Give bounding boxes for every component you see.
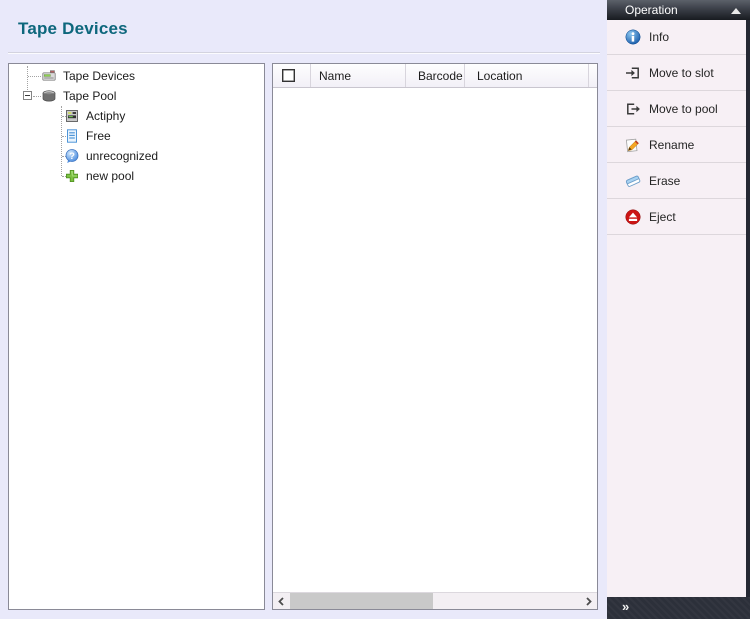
- select-all-checkbox[interactable]: [282, 69, 295, 82]
- rename-button[interactable]: Rename: [607, 127, 746, 163]
- question-icon: ?: [64, 148, 80, 164]
- move-to-pool-button[interactable]: Move to pool: [607, 91, 746, 127]
- operation-item-label: Move to slot: [649, 66, 714, 80]
- tape-cartridge-icon: [64, 108, 80, 124]
- expand-right-icon: »: [622, 599, 629, 614]
- svg-text:?: ?: [69, 151, 75, 162]
- info-button[interactable]: Info: [607, 19, 746, 55]
- tree-item-label: Free: [86, 129, 111, 143]
- panel-edge: [746, 19, 750, 619]
- info-icon: [625, 29, 641, 45]
- tape-tree-panel: Tape Devices Tape Pool Actiphy Free? unrecog…: [8, 63, 265, 610]
- operation-item-label: Eject: [649, 210, 676, 224]
- collapse-up-icon[interactable]: [731, 8, 741, 14]
- document-icon: [64, 128, 80, 144]
- media-table-panel: Name Barcode Location: [272, 63, 598, 610]
- page-title: Tape Devices: [18, 19, 128, 39]
- plus-icon: [64, 168, 80, 184]
- operation-panel-title: Operation: [625, 3, 678, 17]
- erase-icon: [625, 173, 641, 189]
- column-header-name[interactable]: Name: [311, 64, 406, 87]
- scroll-left-button[interactable]: [273, 593, 290, 609]
- tree-item-free[interactable]: Free: [9, 126, 262, 146]
- tree-item-label: new pool: [86, 169, 134, 183]
- column-header-location[interactable]: Location: [465, 64, 589, 87]
- operation-item-label: Move to pool: [649, 102, 718, 116]
- tree-item-actiphy[interactable]: Actiphy: [9, 106, 262, 126]
- eject-button[interactable]: Eject: [607, 199, 746, 235]
- operation-item-label: Rename: [649, 138, 694, 152]
- tree-item-label: Actiphy: [86, 109, 125, 123]
- operation-panel-header[interactable]: Operation: [607, 0, 750, 20]
- tape-drive-icon: [41, 68, 57, 84]
- column-header-barcode[interactable]: Barcode: [406, 64, 465, 87]
- tree-item-unrecognized[interactable]: ? unrecognized: [9, 146, 262, 166]
- title-divider: [8, 52, 600, 54]
- tree-item-tape-devices[interactable]: Tape Devices: [9, 66, 262, 86]
- scrollbar-thumb[interactable]: [290, 593, 433, 609]
- bottom-expander-bar[interactable]: »: [607, 597, 750, 619]
- eject-icon: [625, 209, 641, 225]
- scrollbar-track[interactable]: [290, 593, 580, 609]
- move-to-slot-button[interactable]: Move to slot: [607, 55, 746, 91]
- column-header-label: Barcode: [418, 69, 463, 83]
- tree-item-label: Tape Devices: [63, 69, 135, 83]
- operation-item-label: Erase: [649, 174, 680, 188]
- table-body-empty: [273, 88, 597, 592]
- chevron-left-icon: [277, 597, 286, 606]
- column-header-label: Name: [319, 69, 351, 83]
- column-header-filler: [589, 64, 597, 87]
- tree-item-new-pool[interactable]: new pool: [9, 166, 262, 186]
- tree-item-label: unrecognized: [86, 149, 158, 163]
- tape-pool-icon: [41, 88, 57, 104]
- chevron-right-icon: [584, 597, 593, 606]
- select-all-cell: [273, 64, 311, 87]
- horizontal-scrollbar[interactable]: [273, 592, 597, 609]
- scroll-right-button[interactable]: [580, 593, 597, 609]
- tree-item-label: Tape Pool: [63, 89, 116, 103]
- move-to-pool-icon: [625, 101, 641, 117]
- rename-icon: [625, 137, 641, 153]
- column-header-label: Location: [477, 69, 522, 83]
- move-to-slot-icon: [625, 65, 641, 81]
- table-header-row: Name Barcode Location: [273, 64, 597, 88]
- operation-panel: Operation Info Move to slot Move to pool Re…: [607, 0, 750, 619]
- operation-item-label: Info: [649, 30, 669, 44]
- erase-button[interactable]: Erase: [607, 163, 746, 199]
- tree-item-tape-pool[interactable]: Tape Pool: [9, 86, 262, 106]
